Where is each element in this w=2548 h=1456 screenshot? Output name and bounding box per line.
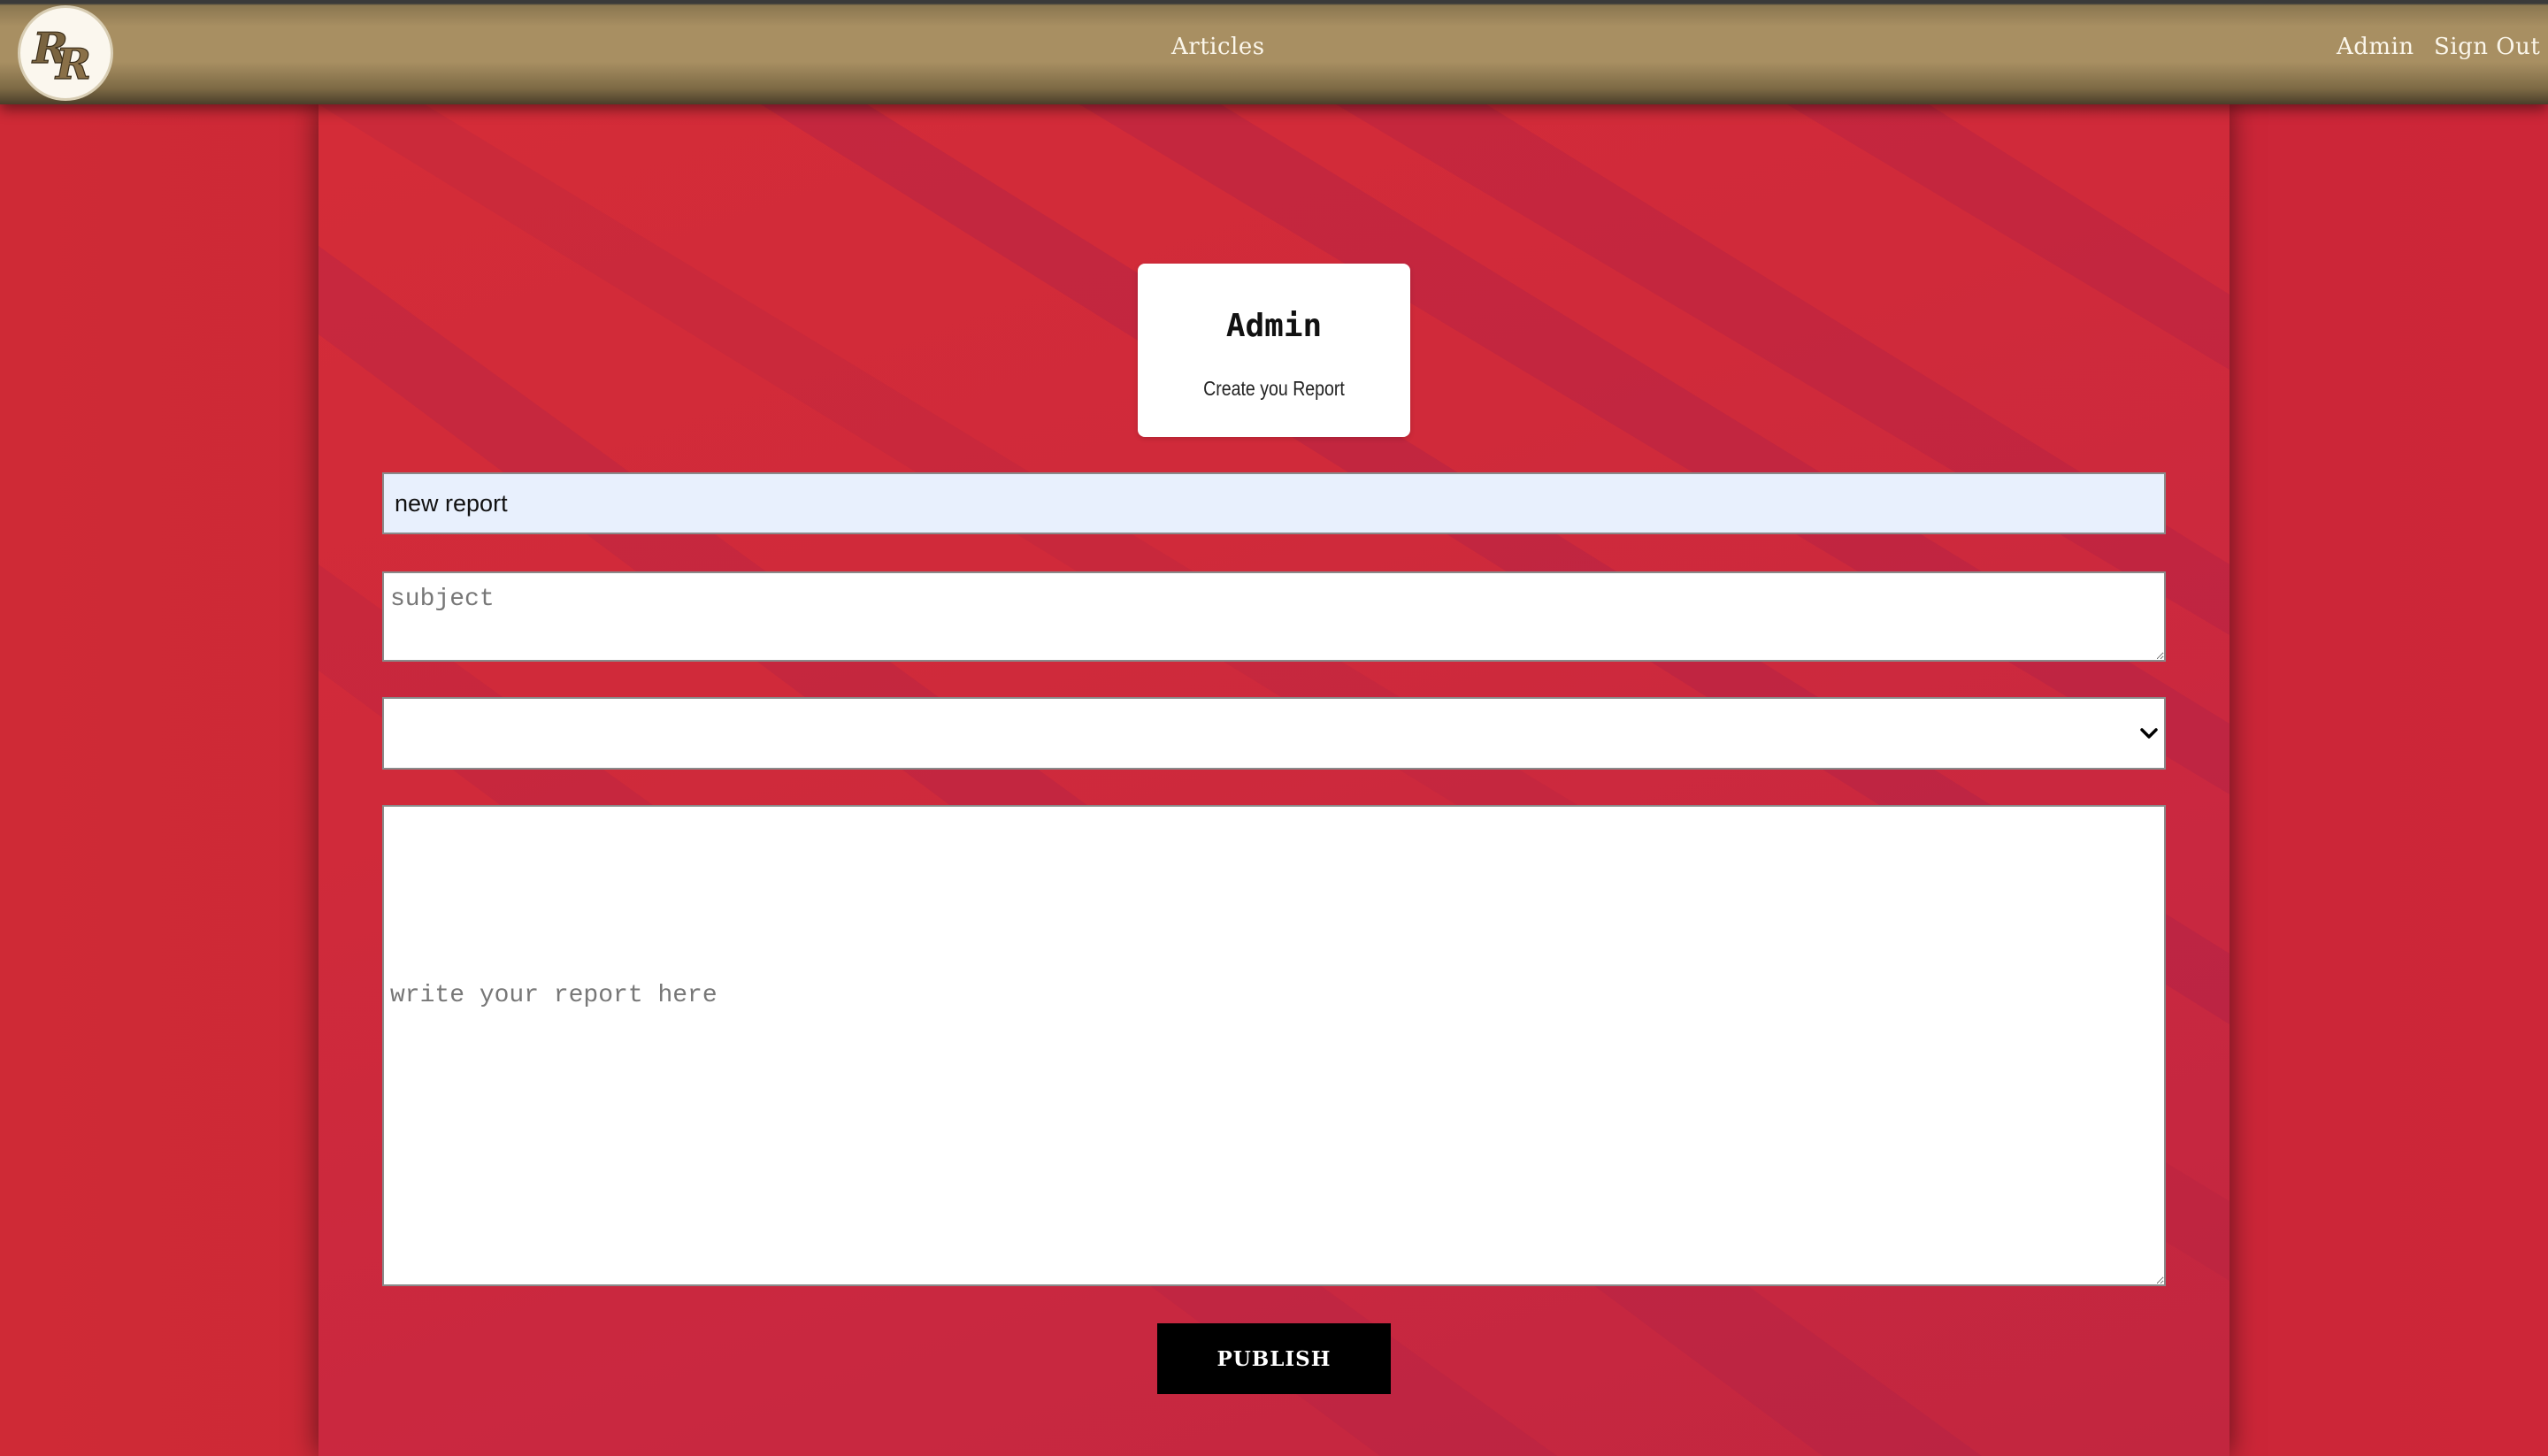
subject-field[interactable] — [382, 571, 2166, 662]
page-title: Admin — [1225, 308, 1323, 344]
report-title-input[interactable] — [382, 472, 2166, 534]
svg-text:R: R — [54, 40, 91, 89]
report-body-field[interactable] — [382, 805, 2166, 1286]
category-select[interactable] — [382, 697, 2166, 770]
publish-button[interactable]: PUBLISH — [1157, 1323, 1391, 1394]
nav-admin-link[interactable]: Admin — [2337, 34, 2414, 60]
site-logo[interactable]: R R — [18, 5, 113, 101]
nav-articles-link[interactable]: Articles — [1171, 34, 1265, 60]
rr-logo-icon: R R — [30, 23, 91, 89]
top-navbar: R R Articles Admin Sign Out — [0, 0, 2548, 104]
report-panel: Admin Create you Report PUBLISH — [318, 104, 2230, 1456]
page-subtitle: Create you Report — [1203, 377, 1345, 400]
admin-header-card: Admin Create you Report — [1138, 264, 1410, 437]
nav-signout-link[interactable]: Sign Out — [2434, 34, 2540, 60]
